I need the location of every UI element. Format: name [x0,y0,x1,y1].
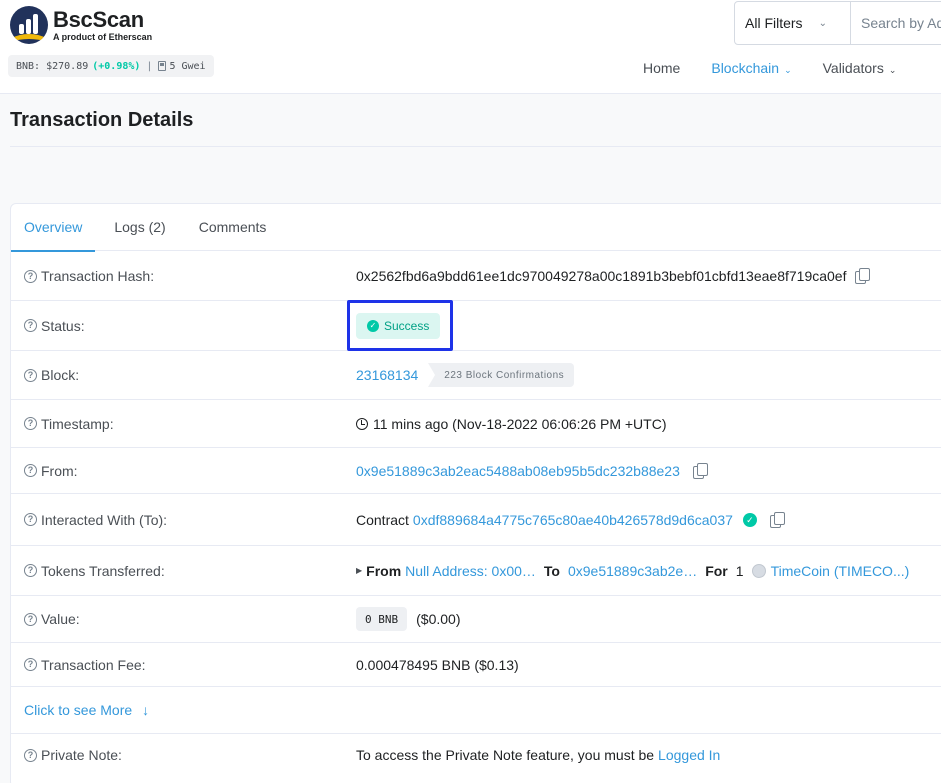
tab-logs[interactable]: Logs (2) [114,204,165,251]
check-circle-icon: ✓ [742,512,757,527]
row-transaction-hash: ? Transaction Hash: 0x2562fbd6a9bdd61ee1d… [11,252,941,301]
row-block: ? Block: 23168134 223 Block Confirmations [11,351,941,400]
help-circle-icon[interactable]: ? [24,417,37,430]
row-tokens-transferred: ? Tokens Transferred: ▶ From Null Address… [11,546,941,596]
block-number-link[interactable]: 23168134 [356,367,418,383]
token-name-link[interactable]: TimeCoin (TIMECO...) [771,563,910,579]
timestamp-value: 11 mins ago (Nov-18-2022 06:06:26 PM +UT… [373,415,667,432]
label-private-note: Private Note: [41,747,122,763]
nav-home[interactable]: Home [643,60,680,76]
value-usd: ($0.00) [416,611,461,627]
gas-pump-icon [158,61,167,71]
copy-icon[interactable] [769,511,785,528]
bscscan-logo-icon [10,6,48,44]
search-bar: All Filters ⌄ [734,1,941,45]
token-icon [751,563,766,578]
brand-name: BscScan [53,6,144,32]
help-circle-icon[interactable]: ? [24,513,37,526]
price-bar: BNB: $270.89 (+0.98%) | 5 Gwei [8,55,214,77]
label-transaction-fee: Transaction Fee: [41,656,146,673]
main-nav: Home Blockchain ⌄ Validators ⌄ [643,60,927,76]
transaction-fee-value: 0.000478495 BNB ($0.13) [356,656,519,673]
tab-comments[interactable]: Comments [199,204,267,251]
page-title: Transaction Details [10,109,194,131]
gas-price[interactable]: 5 Gwei [169,61,205,72]
copy-icon[interactable] [692,462,708,479]
tab-bar: Overview Logs (2) Comments [10,204,941,252]
status-value: Success [384,318,430,333]
value-badge: 0 BNB [356,607,408,631]
see-more-toggle[interactable]: Click to see More ↓ [24,702,149,718]
price-separator: | [146,60,153,72]
transaction-card: Overview Logs (2) Comments ? Transaction … [10,203,941,783]
private-note-text: To access the Private Note feature, you … [356,747,655,763]
contract-prefix: Contract [356,511,409,528]
help-circle-icon[interactable]: ? [24,269,37,283]
token-from-link[interactable]: Null Address: 0x00… [405,563,536,579]
help-circle-icon[interactable]: ? [24,319,37,332]
token-to-label: To [543,562,560,579]
login-link[interactable]: Logged In [658,747,720,763]
row-transaction-fee: ? Transaction Fee: 0.000478495 BNB ($0.13… [11,643,941,687]
help-circle-icon[interactable]: ? [24,658,37,671]
token-for-label: For [705,562,728,579]
label-value: Value: [41,611,80,627]
label-tokens-transferred: Tokens Transferred: [41,562,165,579]
chevron-down-icon: ⌄ [784,65,792,75]
chevron-down-icon: ⌄ [888,65,897,75]
nav-blockchain[interactable]: Blockchain ⌄ [711,60,791,76]
nav-validators[interactable]: Validators ⌄ [823,60,897,76]
token-amount: 1 [735,562,744,579]
tab-overview[interactable]: Overview [10,204,96,252]
row-from: ? From: 0x9e51889c3ab2eac5488ab08eb95b5dc… [11,448,941,494]
help-circle-icon[interactable]: ? [24,612,37,626]
confirmations-badge: 223 Block Confirmations [428,363,575,387]
help-circle-icon[interactable]: ? [24,748,37,762]
row-interacted-with: ? Interacted With (To): Contract 0xdf8896… [11,494,941,546]
label-interacted-with: Interacted With (To): [41,511,168,528]
label-transaction-hash: Transaction Hash: [41,268,155,284]
see-more-label: Click to see More [24,702,133,718]
search-filter-select[interactable]: All Filters ⌄ [735,2,851,44]
label-status: Status: [41,317,85,334]
label-timestamp: Timestamp: [41,415,114,432]
row-see-more: Click to see More ↓ [11,687,941,734]
brand-tagline: A product of Etherscan [53,31,153,42]
row-timestamp: ? Timestamp: 11 mins ago (Nov-18-2022 06:… [11,400,941,448]
contract-address-link[interactable]: 0xdf889684a4775c765c80ae40b426578d9d6ca0… [413,512,733,528]
price-change: (+0.98%) [92,60,141,72]
search-input[interactable] [851,2,941,44]
row-value: ? Value: 0 BNB ($0.00) [11,596,941,643]
help-circle-icon[interactable]: ? [24,564,37,577]
token-to-link[interactable]: 0x9e51889c3ab2e… [568,563,697,579]
label-block: Block: [41,367,80,383]
nav-blockchain-label: Blockchain [711,60,780,76]
help-circle-icon[interactable]: ? [24,464,37,477]
clock-icon [356,417,368,430]
chevron-down-icon: ⌄ [818,17,827,29]
copy-icon[interactable] [855,268,871,284]
site-header: BscScan A product of Etherscan BNB: $270… [0,0,941,94]
check-circle-icon: ✓ [367,319,379,332]
row-private-note: ? Private Note: To access the Private Not… [11,734,941,776]
label-from: From: [41,462,78,479]
from-address-link[interactable]: 0x9e51889c3ab2eac5488ab08eb95b5dc232b88e… [356,463,680,479]
row-status: ? Status: ✓ Success [11,301,941,351]
help-circle-icon[interactable]: ? [24,368,37,382]
divider [10,146,941,147]
arrow-down-icon: ↓ [142,702,150,718]
nav-validators-label: Validators [822,60,884,76]
search-filter-label: All Filters [745,15,803,31]
transaction-hash-value: 0x2562fbd6a9bdd61ee1dc970049278a00c1891b… [356,268,847,284]
status-badge: ✓ Success [356,312,441,339]
caret-right-icon: ▶ [356,566,363,575]
brand-logo[interactable]: BscScan A product of Etherscan [10,6,152,44]
token-from-label: From [366,562,402,579]
bnb-price: BNB: $270.89 [16,60,89,72]
